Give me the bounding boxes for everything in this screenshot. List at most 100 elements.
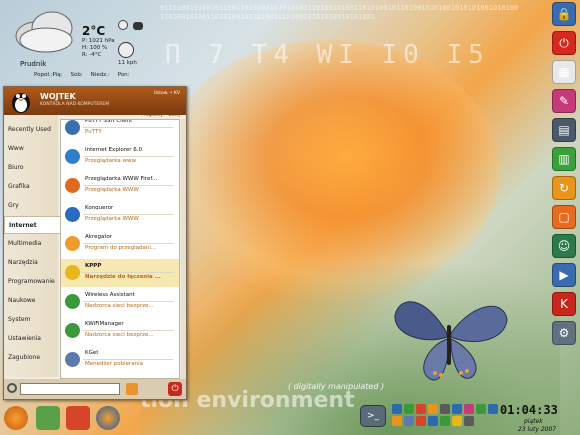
category-item[interactable]: Www	[4, 140, 60, 158]
power-button[interactable]: ⏻	[168, 382, 182, 396]
app-icon	[65, 149, 80, 164]
app-item[interactable]: KWiFiManager Nadzorca sieci bezprze...	[61, 317, 179, 345]
app-icon	[65, 236, 80, 251]
tray-icon[interactable]	[428, 416, 438, 426]
category-item[interactable]: Biuro	[4, 159, 60, 177]
tray-icon[interactable]	[392, 416, 402, 426]
temperature: 2°C	[82, 24, 106, 38]
tray-icon[interactable]	[416, 404, 426, 414]
tools-icon[interactable]: ⚙	[552, 321, 576, 345]
application-list: PuTTY SSH Client PuTTY Internet Explorer 6…	[60, 119, 180, 379]
tray-icon[interactable]	[464, 404, 474, 414]
app-icon	[65, 178, 80, 193]
category-item[interactable]: Programowanie	[4, 273, 60, 291]
lock-icon[interactable]: 🔒	[552, 2, 576, 26]
k-menu-button[interactable]	[4, 406, 28, 430]
category-item[interactable]: Multimedia	[4, 235, 60, 253]
app-separator	[83, 127, 173, 128]
app-icon	[65, 294, 80, 309]
tray-icon[interactable]	[452, 404, 462, 414]
tray-icon[interactable]	[392, 404, 402, 414]
menu-subheader-links[interactable]: Programy • Dalej	[141, 113, 180, 118]
app-icon	[65, 352, 80, 367]
tray-icon[interactable]	[488, 404, 498, 414]
app-description: PuTTY	[85, 129, 102, 135]
search-icon	[7, 383, 17, 393]
tray-icon[interactable]	[416, 416, 426, 426]
app-separator	[83, 243, 173, 244]
logout-icon[interactable]: ⏻	[552, 31, 576, 55]
app-name: KPPP	[85, 263, 102, 269]
calculator-icon[interactable]: ▦	[552, 60, 576, 84]
app-separator	[83, 359, 173, 360]
firefox-icon[interactable]	[96, 406, 120, 430]
category-item[interactable]: Gry	[4, 197, 60, 215]
clock-time[interactable]: 01:04:33	[500, 403, 558, 417]
terminal-icon[interactable]: >_	[360, 405, 386, 427]
app-item[interactable]: Wireless Assistant Nadzorca sieci bezprze…	[61, 288, 179, 316]
desktop-edit-icon[interactable]	[36, 406, 60, 430]
category-item[interactable]: Internet	[4, 216, 60, 234]
forecast-day: Sob:	[70, 72, 83, 78]
refresh-icon[interactable]: ↻	[552, 176, 576, 200]
folder-button[interactable]	[126, 383, 138, 395]
category-item[interactable]: Recently Used	[4, 121, 60, 139]
app-item[interactable]: Przeglądarka WWW Firef... Przeglądarka WW…	[61, 172, 179, 200]
app-item[interactable]: Internet Explorer 6.0 Przeglądarka www	[61, 143, 179, 171]
tray-icon[interactable]	[476, 404, 486, 414]
app-name: Internet Explorer 6.0	[85, 147, 142, 153]
tux-icon	[12, 93, 30, 113]
wallpaper-flower	[160, 40, 500, 300]
category-item[interactable]: System	[4, 311, 60, 329]
app-description: Program do przeglądani...	[85, 245, 157, 251]
right-launcher-panel: 🔒 ⏻ ▦ ✎ ▤ ▥ ↻ ▢ ☺ ▶ K ⚙	[551, 2, 577, 374]
tray-icon[interactable]	[452, 416, 462, 426]
file-manager-icon[interactable]: ▤	[552, 118, 576, 142]
app-item[interactable]: Akregator Program do przeglądani...	[61, 230, 179, 258]
cloud-icon	[15, 11, 73, 53]
real-feel: R: -4°C	[82, 52, 102, 58]
app-description: Przeglądarka www	[85, 158, 136, 164]
app-item[interactable]: KGet Menedżer pobierania	[61, 346, 179, 374]
wind-speed: 11 kph	[118, 60, 137, 66]
pressure: P: 1021 hPa	[82, 38, 115, 44]
app-item[interactable]: PuTTY SSH Client PuTTY	[61, 120, 179, 142]
text-editor-icon[interactable]: ✎	[552, 89, 576, 113]
spy-icon[interactable]: ☺	[552, 234, 576, 258]
tray-icon[interactable]	[440, 416, 450, 426]
user-subtitle: KONTROLA NAD KOMPUTEREM	[40, 102, 110, 107]
forecast-day: Niedz.:	[90, 72, 110, 78]
butterfly-image	[394, 301, 508, 381]
tray-icon[interactable]	[440, 404, 450, 414]
app-separator	[83, 272, 173, 273]
category-item[interactable]: Naukowe	[4, 292, 60, 310]
tray-icon[interactable]	[428, 404, 438, 414]
tray-icon[interactable]	[404, 416, 414, 426]
tray-icon[interactable]	[464, 416, 474, 426]
humidity: H: 100 %	[82, 45, 108, 51]
clock-date: 23 luty 2007	[518, 426, 557, 433]
app-name: KGet	[85, 350, 99, 356]
office-icon[interactable]: K	[552, 292, 576, 316]
search-input[interactable]	[20, 383, 120, 395]
category-list: Recently Used Www Biuro Grafika Gry Internet M…	[4, 115, 60, 377]
category-item[interactable]: Zagubione	[4, 349, 60, 367]
presentation-icon[interactable]: ▢	[552, 205, 576, 229]
category-item[interactable]: Ustawienia	[4, 330, 60, 348]
app-item[interactable]: KPPP Narzędzie do łączenia ...	[61, 259, 179, 287]
wind-direction-icon	[118, 20, 128, 30]
app-list-scrollbar[interactable]	[181, 119, 186, 379]
weather-widget[interactable]: 2°C P: 1021 hPa H: 100 % R: -4°C 11 kph …	[0, 0, 160, 82]
app-description: Narzędzie do łączenia ...	[85, 274, 161, 280]
spreadsheet-icon[interactable]: ▥	[552, 147, 576, 171]
category-item[interactable]: Narzędzia	[4, 254, 60, 272]
app-icon	[65, 207, 80, 222]
category-item[interactable]: Grafika	[4, 178, 60, 196]
tray-icon[interactable]	[404, 404, 414, 414]
forecast-day: Popoł.:Pią:	[34, 72, 63, 78]
home-icon[interactable]	[66, 406, 90, 430]
weather-icons	[118, 20, 143, 32]
menu-header-links[interactable]: Ustaw. • KV	[154, 91, 180, 96]
mplayer-icon[interactable]: ▶	[552, 263, 576, 287]
app-item[interactable]: Konqueror Przeglądarka WWW	[61, 201, 179, 229]
